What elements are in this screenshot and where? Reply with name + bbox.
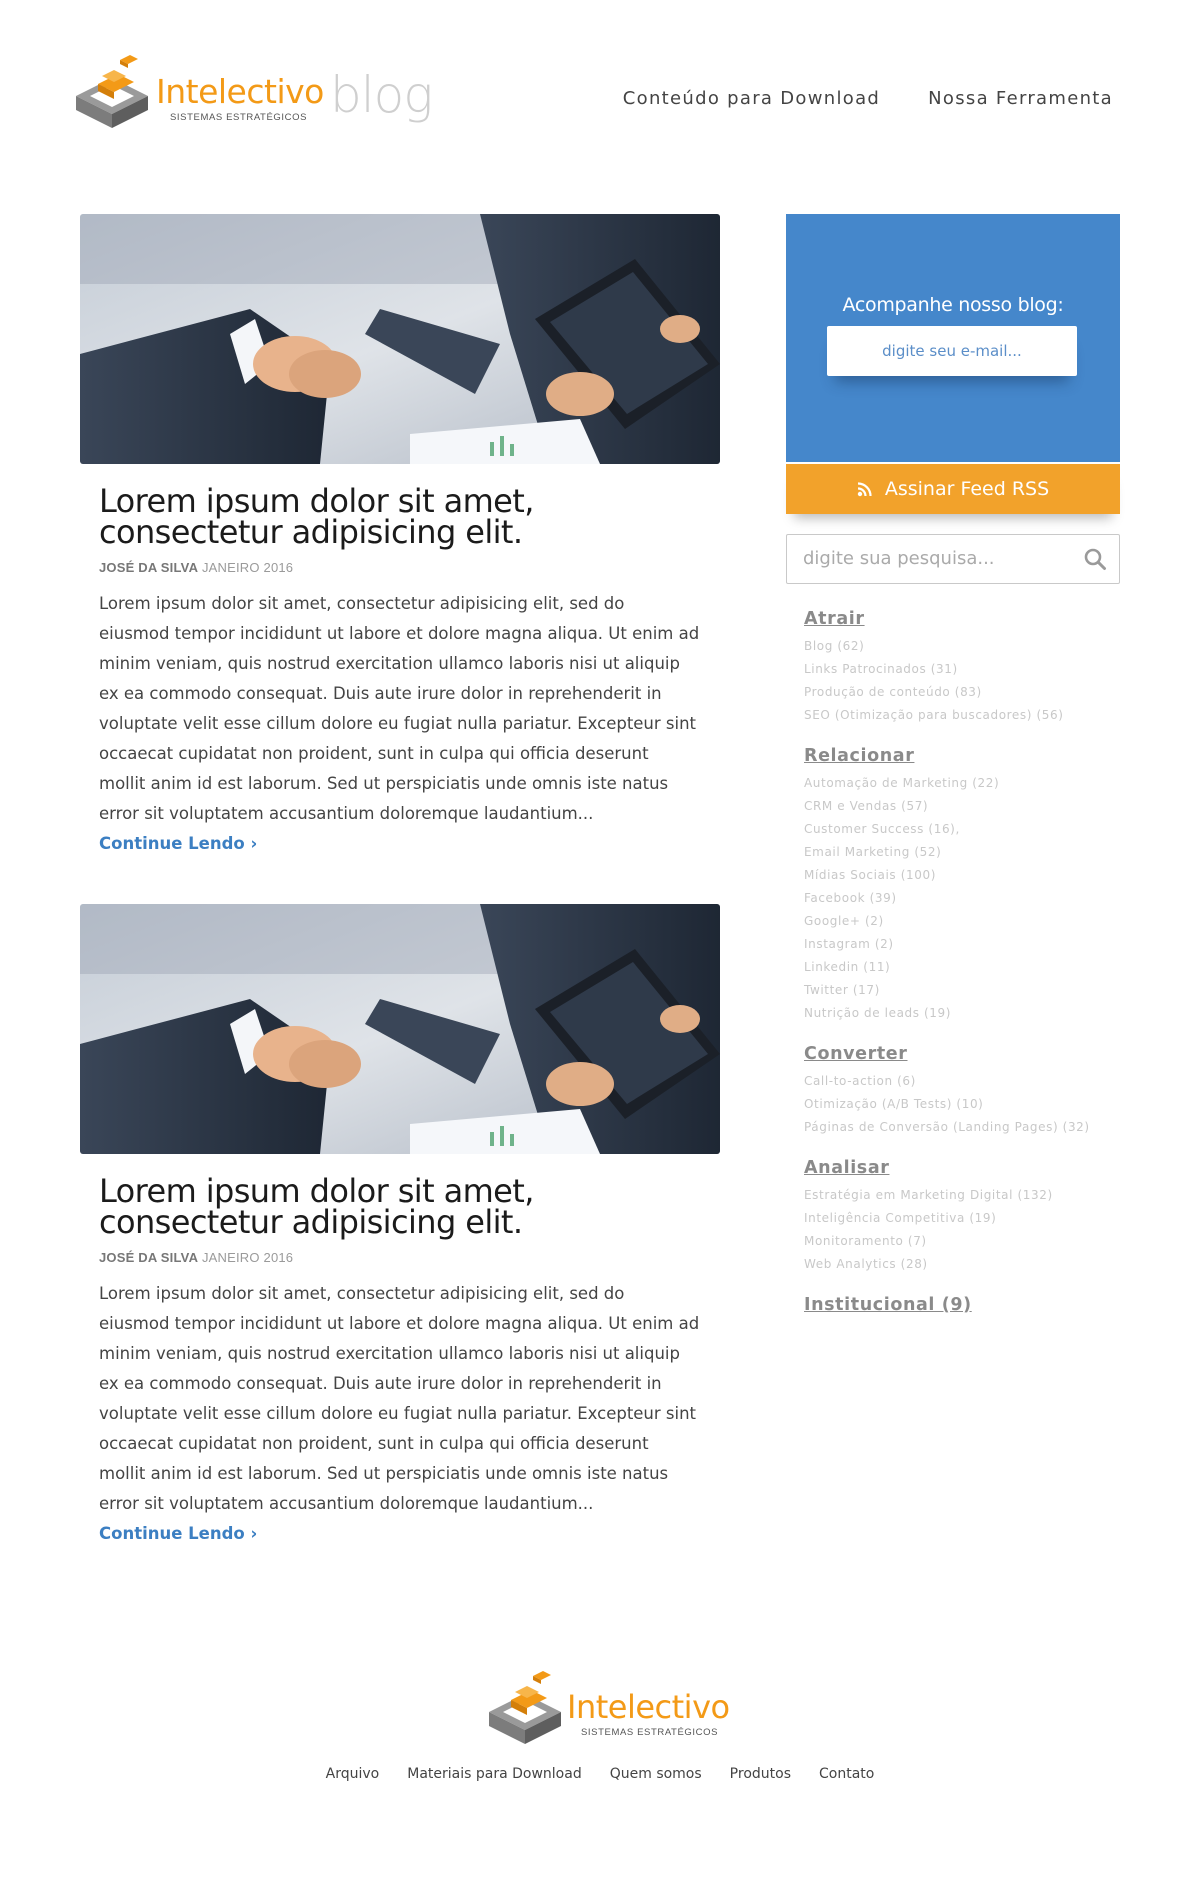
post-author: JOSÉ DA SILVA: [99, 1250, 199, 1265]
subscribe-title: Acompanhe nosso blog:: [842, 294, 1064, 316]
category-link[interactable]: Links Patrocinados (31): [804, 658, 1120, 681]
search-input[interactable]: [787, 535, 1067, 582]
search-box: [786, 534, 1120, 584]
footer-link-quem-somos[interactable]: Quem somos: [610, 1766, 702, 1782]
post-excerpt-text: Lorem ipsum dolor sit amet, consectetur …: [99, 594, 700, 823]
footer-link-produtos[interactable]: Produtos: [730, 1766, 791, 1782]
category-heading[interactable]: Atrair: [804, 609, 1120, 629]
post-image-handshake[interactable]: [80, 214, 720, 464]
nav-link-download[interactable]: Conteúdo para Download: [623, 88, 880, 109]
post-title[interactable]: Lorem ipsum dolor sit amet, consectetur …: [99, 1175, 700, 1238]
post-date: JANEIRO 2016: [201, 560, 294, 575]
category-heading-institucional[interactable]: Institucional (9): [804, 1295, 1120, 1315]
category-link[interactable]: Produção de conteúdo (83): [804, 681, 1120, 704]
category-link[interactable]: Mídias Sociais (100): [804, 864, 1120, 887]
category-group-atrair: Atrair Blog (62) Links Patrocinados (31)…: [804, 609, 1120, 727]
rss-subscribe-button[interactable]: Assinar Feed RSS: [786, 464, 1120, 514]
category-heading[interactable]: Relacionar: [804, 746, 1120, 766]
section-title: blog: [330, 66, 433, 124]
subscribe-box: Acompanhe nosso blog:: [786, 214, 1120, 462]
brand-logo[interactable]: Intelectivo SISTEMAS ESTRATÉGICOS: [72, 52, 324, 136]
category-link[interactable]: Monitoramento (7): [804, 1230, 1120, 1253]
footer-link-materiais[interactable]: Materiais para Download: [407, 1766, 581, 1782]
category-link[interactable]: CRM e Vendas (57): [804, 795, 1120, 818]
logo-mark-icon: [489, 1671, 561, 1744]
category-list: Atrair Blog (62) Links Patrocinados (31)…: [786, 609, 1120, 1315]
post-excerpt-text: Lorem ipsum dolor sit amet, consectetur …: [99, 1284, 700, 1513]
blog-post: Lorem ipsum dolor sit amet, consectetur …: [80, 904, 720, 1549]
post-photo: [80, 214, 720, 464]
category-link[interactable]: Facebook (39): [804, 887, 1120, 910]
post-title[interactable]: Lorem ipsum dolor sit amet, consectetur …: [99, 485, 700, 548]
category-heading[interactable]: Converter: [804, 1044, 1120, 1064]
continue-reading-link[interactable]: Continue Lendo ›: [99, 1524, 257, 1543]
blog-post: Lorem ipsum dolor sit amet, consectetur …: [80, 214, 720, 859]
category-link[interactable]: Twitter (17): [804, 979, 1120, 1002]
category-group-relacionar: Relacionar Automação de Marketing (22) C…: [804, 746, 1120, 1025]
category-group-converter: Converter Call-to-action (6) Otimização …: [804, 1044, 1120, 1139]
category-link[interactable]: Google+ (2): [804, 910, 1120, 933]
post-body: Lorem ipsum dolor sit amet, consectetur …: [80, 464, 720, 859]
footer-nav: Arquivo Materiais para Download Quem som…: [0, 1766, 1200, 1782]
category-link[interactable]: Call-to-action (6): [804, 1070, 1120, 1093]
site-header: Intelectivo SISTEMAS ESTRATÉGICOS blog C…: [0, 0, 1200, 150]
rss-button-label: Assinar Feed RSS: [884, 478, 1050, 500]
search-icon[interactable]: [1083, 547, 1107, 571]
category-link[interactable]: Otimização (A/B Tests) (10): [804, 1093, 1120, 1116]
sidebar: Acompanhe nosso blog: Assinar Feed RSS A…: [786, 214, 1120, 1315]
post-meta: JOSÉ DA SILVA JANEIRO 2016: [99, 1250, 700, 1265]
footer-brand-name: Intelectivo: [567, 1688, 730, 1726]
footer-link-arquivo[interactable]: Arquivo: [326, 1766, 380, 1782]
post-date: JANEIRO 2016: [201, 1250, 294, 1265]
post-author: JOSÉ DA SILVA: [99, 560, 199, 575]
category-link[interactable]: Automação de Marketing (22): [804, 772, 1120, 795]
main-nav: Conteúdo para Download Nossa Ferramenta: [623, 88, 1113, 109]
category-link[interactable]: Web Analytics (28): [804, 1253, 1120, 1276]
category-group-analisar: Analisar Estratégia em Marketing Digital…: [804, 1158, 1120, 1276]
category-link[interactable]: Customer Success (16),: [804, 818, 1120, 841]
category-link[interactable]: SEO (Otimização para buscadores) (56): [804, 704, 1120, 727]
category-heading[interactable]: Analisar: [804, 1158, 1120, 1178]
email-field[interactable]: [827, 326, 1077, 376]
post-photo: [80, 904, 720, 1154]
category-link[interactable]: Nutrição de leads (19): [804, 1002, 1120, 1025]
nav-link-ferramenta[interactable]: Nossa Ferramenta: [928, 88, 1113, 109]
category-link[interactable]: Páginas de Conversão (Landing Pages) (32…: [804, 1116, 1120, 1139]
category-link[interactable]: Estratégia em Marketing Digital (132): [804, 1184, 1120, 1207]
post-excerpt: Lorem ipsum dolor sit amet, consectetur …: [99, 589, 700, 859]
continue-reading-link[interactable]: Continue Lendo ›: [99, 834, 257, 853]
category-link[interactable]: Instagram (2): [804, 933, 1120, 956]
rss-icon: [857, 482, 872, 497]
category-link[interactable]: Linkedin (11): [804, 956, 1120, 979]
category-link[interactable]: Blog (62): [804, 635, 1120, 658]
footer-brand-tagline: SISTEMAS ESTRATÉGICOS: [581, 1727, 718, 1738]
post-body: Lorem ipsum dolor sit amet, consectetur …: [80, 1154, 720, 1549]
brand-name: Intelectivo: [156, 72, 324, 111]
post-meta: JOSÉ DA SILVA JANEIRO 2016: [99, 560, 700, 575]
logo-mark-icon: [76, 55, 148, 128]
footer-link-contato[interactable]: Contato: [819, 1766, 874, 1782]
post-image-handshake[interactable]: [80, 904, 720, 1154]
category-link[interactable]: Inteligência Competitiva (19): [804, 1207, 1120, 1230]
footer-brand-logo[interactable]: Intelectivo SISTEMAS ESTRATÉGICOS: [485, 1668, 730, 1752]
category-link[interactable]: Email Marketing (52): [804, 841, 1120, 864]
post-excerpt: Lorem ipsum dolor sit amet, consectetur …: [99, 1279, 700, 1549]
brand-tagline: SISTEMAS ESTRATÉGICOS: [170, 112, 307, 123]
